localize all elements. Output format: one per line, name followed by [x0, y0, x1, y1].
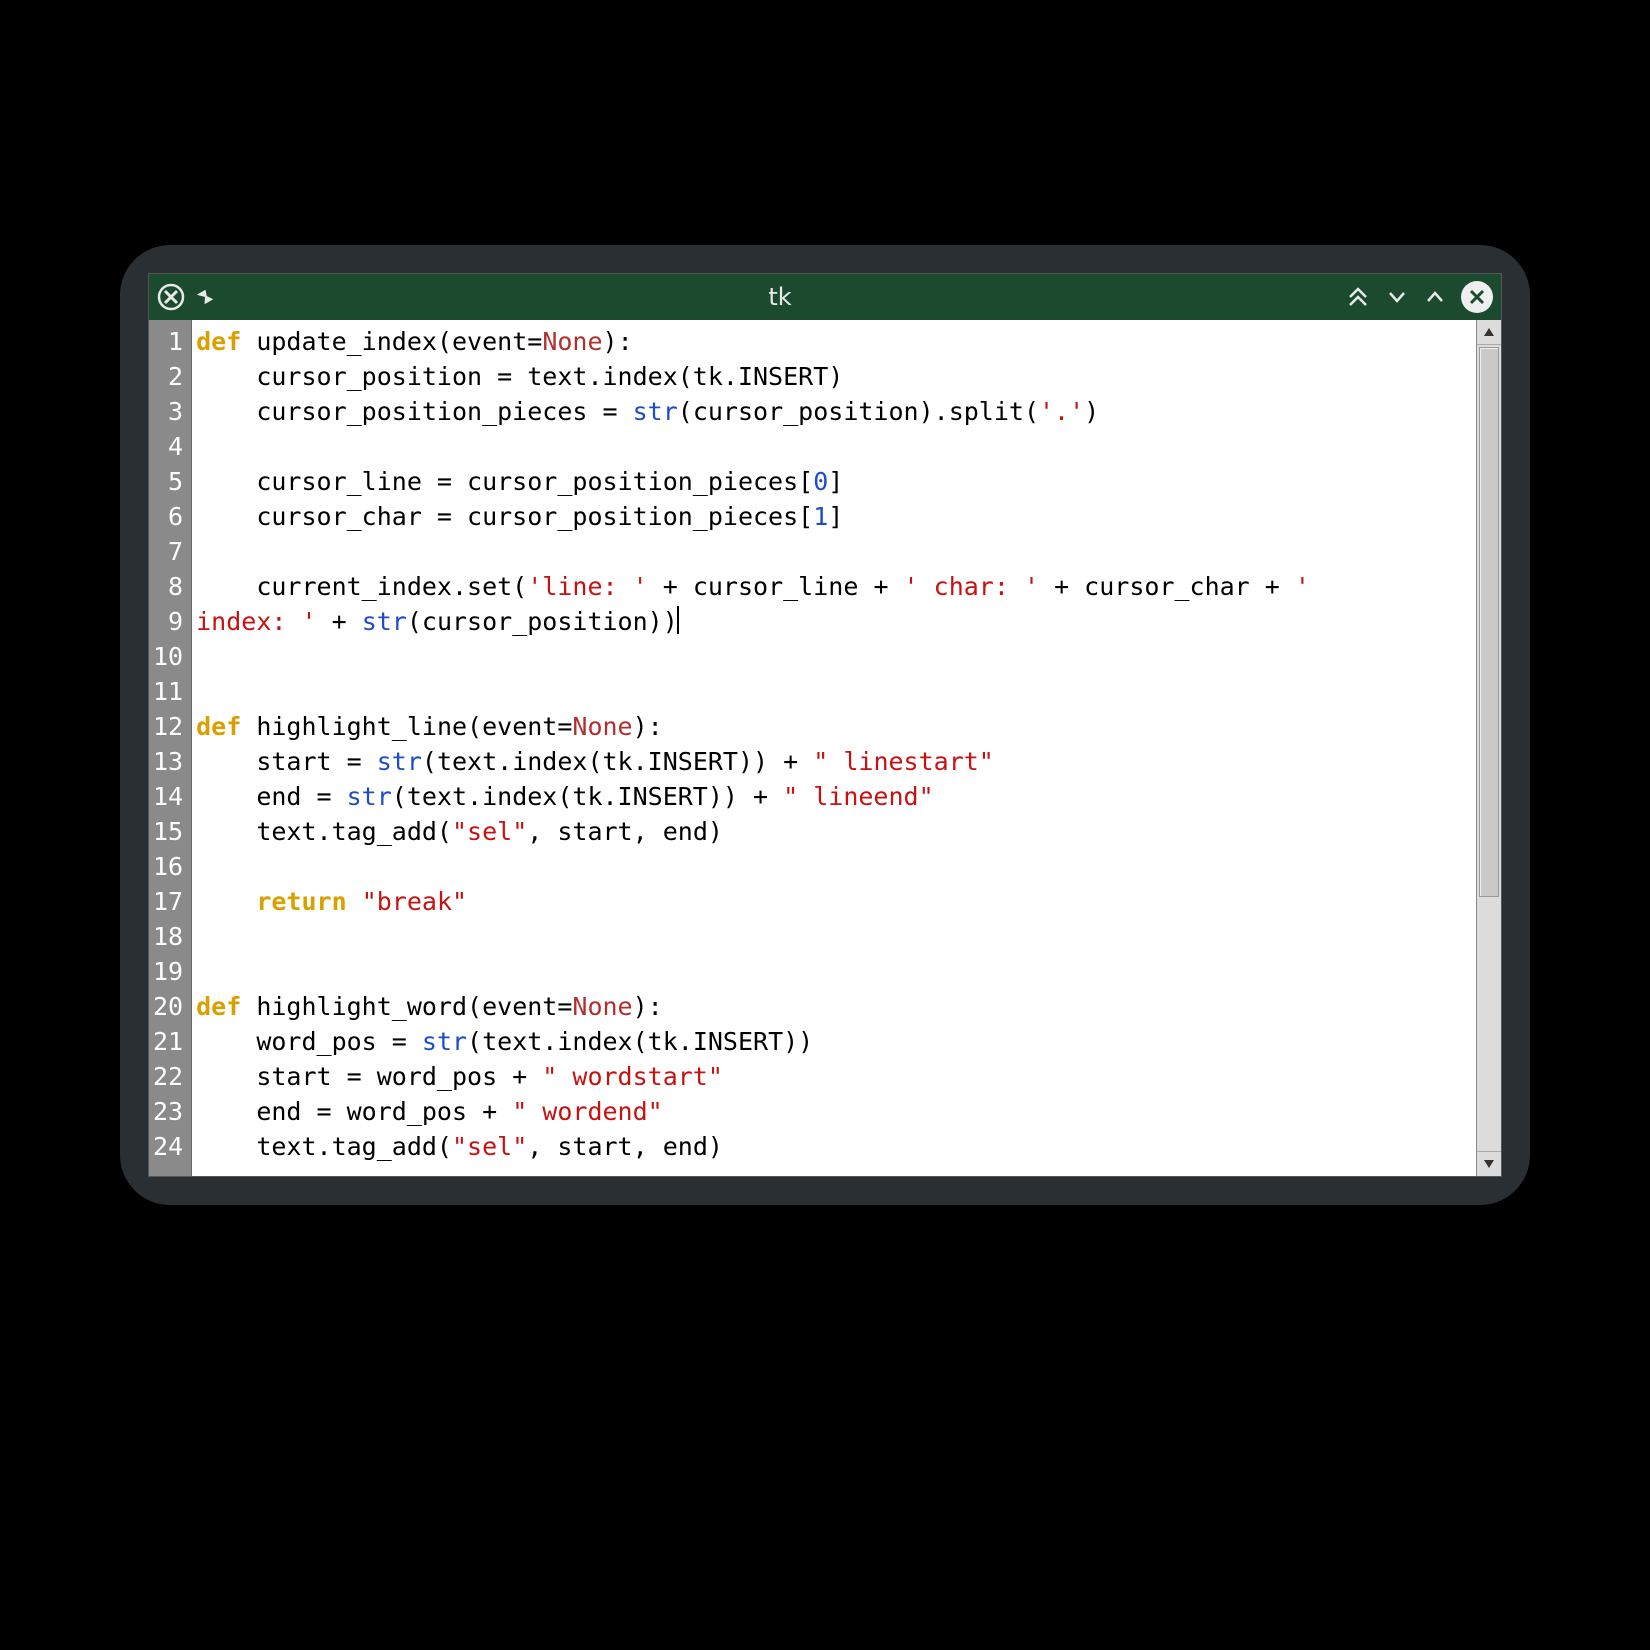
line-number: 15 — [153, 814, 187, 849]
line-number: 19 — [153, 954, 187, 989]
app-window: tk — [148, 273, 1502, 1177]
line-number: 4 — [153, 429, 187, 464]
code-line[interactable]: current_index.set('line: ' + cursor_line… — [196, 569, 1476, 604]
line-number: 1 — [153, 324, 187, 359]
line-number: 2 — [153, 359, 187, 394]
code-line[interactable] — [196, 534, 1476, 569]
line-number: 13 — [153, 744, 187, 779]
line-number: 18 — [153, 919, 187, 954]
line-number: 9 — [153, 604, 187, 639]
line-number: 23 — [153, 1094, 187, 1129]
line-number-gutter: 123456789101112131415161718192021222324 — [149, 320, 192, 1176]
line-number: 8 — [153, 569, 187, 604]
code-line[interactable]: text.tag_add("sel", start, end) — [196, 814, 1476, 849]
line-number: 6 — [153, 499, 187, 534]
code-line[interactable] — [196, 919, 1476, 954]
code-line[interactable] — [196, 849, 1476, 884]
line-number: 5 — [153, 464, 187, 499]
scrollbar-up-arrow[interactable] — [1477, 320, 1501, 345]
code-line[interactable]: cursor_position_pieces = str(cursor_posi… — [196, 394, 1476, 429]
code-line[interactable]: end = word_pos + " wordend" — [196, 1094, 1476, 1129]
text-cursor — [677, 606, 679, 634]
code-line[interactable] — [196, 639, 1476, 674]
editor-area: 123456789101112131415161718192021222324 … — [149, 320, 1501, 1176]
scroll-top-icon[interactable] — [1345, 284, 1371, 310]
line-number: 10 — [153, 639, 187, 674]
code-line[interactable]: start = str(text.index(tk.INSERT)) + " l… — [196, 744, 1476, 779]
code-line[interactable]: def highlight_word(event=None): — [196, 989, 1476, 1024]
line-number: 11 — [153, 674, 187, 709]
code-line[interactable]: cursor_position = text.index(tk.INSERT) — [196, 359, 1476, 394]
code-line[interactable]: cursor_char = cursor_position_pieces[1] — [196, 499, 1476, 534]
line-number: 21 — [153, 1024, 187, 1059]
vertical-scrollbar[interactable] — [1476, 320, 1501, 1176]
code-line[interactable]: def update_index(event=None): — [196, 324, 1476, 359]
code-line[interactable]: index: ' + str(cursor_position)) — [196, 604, 1476, 639]
code-line[interactable]: start = word_pos + " wordstart" — [196, 1059, 1476, 1094]
code-line[interactable]: end = str(text.index(tk.INSERT)) + " lin… — [196, 779, 1476, 814]
code-line[interactable]: text.tag_add("sel", start, end) — [196, 1129, 1476, 1164]
close-button[interactable] — [1461, 281, 1493, 313]
scrollbar-track[interactable] — [1477, 345, 1501, 1151]
line-number: 14 — [153, 779, 187, 814]
code-editor[interactable]: def update_index(event=None): cursor_pos… — [192, 320, 1476, 1176]
code-line[interactable]: cursor_line = cursor_position_pieces[0] — [196, 464, 1476, 499]
line-number: 7 — [153, 534, 187, 569]
code-line[interactable] — [196, 429, 1476, 464]
scrollbar-thumb[interactable] — [1479, 347, 1499, 897]
line-number: 22 — [153, 1059, 187, 1094]
code-line[interactable]: def highlight_line(event=None): — [196, 709, 1476, 744]
window-title: tk — [221, 283, 1339, 311]
pin-icon[interactable] — [195, 287, 215, 307]
close-icon — [1461, 281, 1493, 313]
code-line[interactable]: return "break" — [196, 884, 1476, 919]
line-number: 24 — [153, 1129, 187, 1164]
titlebar[interactable]: tk — [149, 274, 1501, 320]
code-line[interactable] — [196, 954, 1476, 989]
code-line[interactable]: word_pos = str(text.index(tk.INSERT)) — [196, 1024, 1476, 1059]
scrollbar-down-arrow[interactable] — [1477, 1151, 1501, 1176]
line-number: 16 — [153, 849, 187, 884]
device-frame: tk — [120, 245, 1530, 1205]
line-number: 12 — [153, 709, 187, 744]
chevron-down-icon[interactable] — [1385, 285, 1409, 309]
line-number: 17 — [153, 884, 187, 919]
code-line[interactable] — [196, 674, 1476, 709]
line-number: 20 — [153, 989, 187, 1024]
chevron-up-icon[interactable] — [1423, 285, 1447, 309]
app-icon — [157, 283, 185, 311]
line-number: 3 — [153, 394, 187, 429]
